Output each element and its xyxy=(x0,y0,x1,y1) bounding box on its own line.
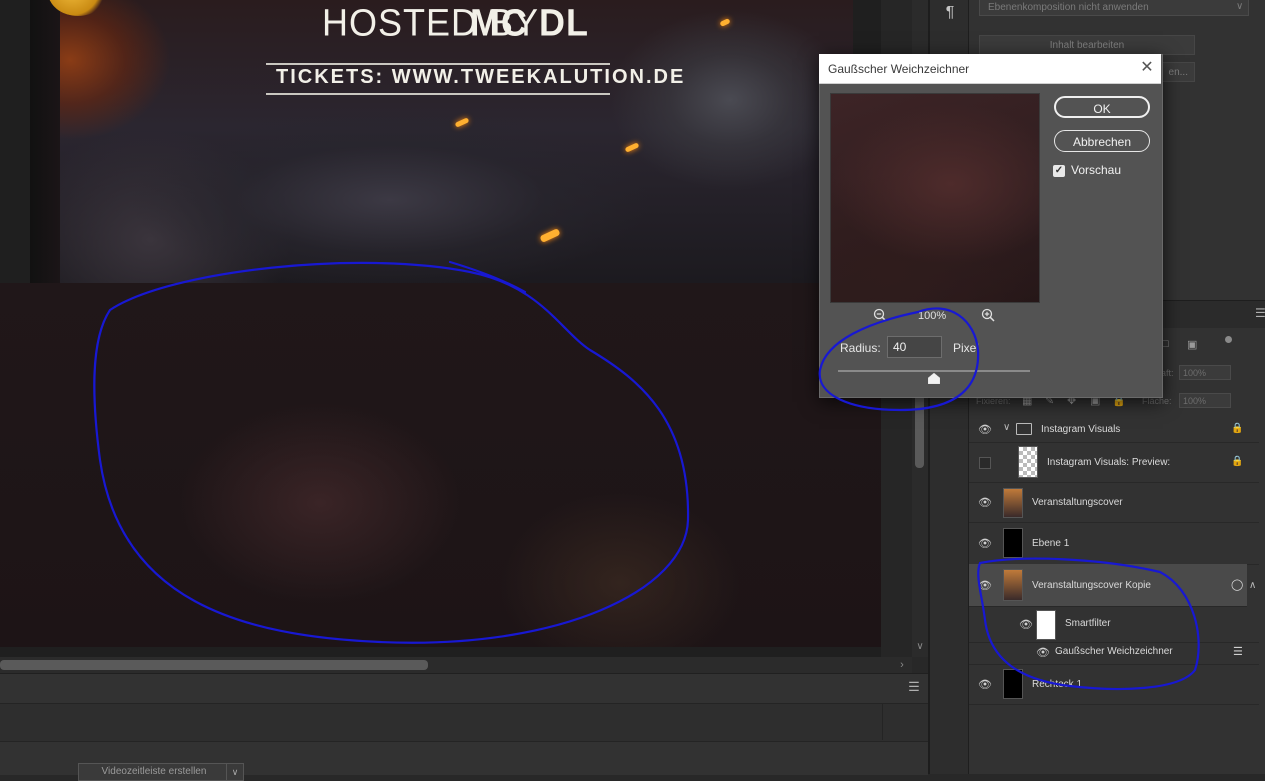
filter-toggle-icon[interactable] xyxy=(1225,336,1232,343)
radius-slider-track[interactable] xyxy=(838,370,1030,372)
layer-name[interactable]: Ebene 1 xyxy=(1032,538,1069,549)
layer-row[interactable]: 👁 Ebene 1 xyxy=(969,522,1259,565)
layer-name[interactable]: Veranstaltungscover Kopie xyxy=(1032,580,1151,591)
layer-name[interactable]: Rechteck 1 xyxy=(1032,679,1082,690)
layer-thumbnail xyxy=(1018,446,1038,478)
poster-tickets-line: TICKETS: WWW.TWEEKALUTION.DE xyxy=(276,66,686,88)
radius-unit-label: Pixel xyxy=(953,341,980,355)
poster-edge-shadow xyxy=(30,0,60,283)
folder-icon xyxy=(1016,423,1032,435)
create-video-timeline-button[interactable]: Videozeitleiste erstellen xyxy=(78,763,230,781)
zoom-out-icon[interactable] xyxy=(872,308,888,324)
layer-row-group[interactable]: 👁 ∨ Instagram Visuals 🔒 xyxy=(969,416,1259,443)
smart-filter-row[interactable]: 👁 Smartfilter xyxy=(969,606,1259,643)
layer-thumbnail xyxy=(1003,569,1023,601)
layer-row-selected[interactable]: 👁 Veranstaltungscover Kopie ◯ xyxy=(969,564,1247,607)
chevron-up-icon[interactable]: ∧ xyxy=(1249,580,1256,591)
radius-input[interactable]: 40 xyxy=(887,336,942,358)
cancel-button[interactable]: Abbrechen xyxy=(1054,130,1150,152)
ok-button[interactable]: OK xyxy=(1054,96,1150,118)
eye-icon[interactable]: 👁 xyxy=(1018,618,1034,632)
layer-name[interactable]: Instagram Visuals: Preview: xyxy=(1047,457,1170,468)
filter-options-icon[interactable]: ☰ xyxy=(1233,645,1243,658)
panel-menu-icon[interactable]: ☰ xyxy=(1255,306,1265,320)
blurred-layer-area xyxy=(0,283,881,647)
horizontal-scroll-thumb[interactable] xyxy=(0,660,428,670)
layer-thumbnail xyxy=(1003,669,1023,699)
panel-menu-icon[interactable]: ☰ xyxy=(906,679,922,695)
layer-thumbnail xyxy=(1003,528,1023,558)
dialog-title: Gaußscher Weichzeichner xyxy=(828,62,970,76)
layer-thumbnail xyxy=(1003,488,1023,518)
poster-hosted-name: MC DL xyxy=(470,0,589,44)
visibility-toggle[interactable] xyxy=(979,457,991,469)
eye-icon[interactable]: 👁 xyxy=(977,496,993,510)
paragraph-icon[interactable]: ¶ xyxy=(940,4,960,24)
chevron-down-icon[interactable]: ∨ xyxy=(1003,422,1010,433)
layer-row[interactable]: 👁 Rechteck 1 xyxy=(969,664,1259,705)
preview-checkbox[interactable]: ✓ xyxy=(1053,165,1065,177)
zoom-in-icon[interactable] xyxy=(980,308,996,324)
scroll-down-arrow-icon[interactable]: ∨ xyxy=(912,639,928,655)
filter-mask-thumbnail xyxy=(1036,610,1056,640)
fill-field[interactable]: 100% xyxy=(1179,393,1231,408)
edit-content-button[interactable]: Inhalt bearbeiten xyxy=(979,35,1195,55)
radius-label: Radius: xyxy=(840,341,881,355)
layer-name[interactable]: Instagram Visuals xyxy=(1041,424,1120,435)
eye-icon[interactable]: 👁 xyxy=(977,678,993,692)
layer-comp-select[interactable]: Ebenenkomposition nicht anwenden xyxy=(979,0,1249,16)
eye-icon[interactable]: 👁 xyxy=(977,423,993,437)
eye-icon[interactable]: 👁 xyxy=(977,579,993,593)
eye-icon[interactable]: 👁 xyxy=(1035,646,1051,660)
chevron-down-icon[interactable]: ∨ xyxy=(1236,1,1243,12)
opacity-field[interactable]: 100% xyxy=(1179,365,1231,380)
timeline-header xyxy=(0,703,928,742)
layer-name[interactable]: Gaußscher Weichzeichner xyxy=(1055,646,1173,657)
blur-preview[interactable] xyxy=(830,93,1040,303)
chevron-down-icon[interactable]: ∨ xyxy=(226,763,244,781)
zoom-level: 100% xyxy=(918,310,947,322)
preview-label[interactable]: Vorschau xyxy=(1071,163,1121,177)
poster-rule-top xyxy=(266,63,610,65)
layer-name[interactable]: Smartfilter xyxy=(1065,618,1111,629)
close-icon[interactable]: ✕ xyxy=(1138,59,1156,77)
smart-object-filter-icon[interactable]: ▣ xyxy=(1187,338,1197,351)
poster-rule-bottom xyxy=(266,93,610,95)
lock-icon: 🔒 xyxy=(1231,423,1244,434)
poster-hosted-line: HOSTED BY MC DL xyxy=(322,1,588,47)
layer-name[interactable]: Veranstaltungscover xyxy=(1032,497,1123,508)
smart-filter-icon[interactable]: ◯ xyxy=(1231,578,1243,591)
layer-row[interactable]: Instagram Visuals: Preview: 🔒 xyxy=(969,442,1259,483)
scroll-right-arrow-icon[interactable]: › xyxy=(894,657,910,673)
lock-icon: 🔒 xyxy=(1231,456,1244,467)
layer-row[interactable]: 👁 Veranstaltungscover xyxy=(969,482,1259,523)
timeline-divider xyxy=(882,704,883,740)
filter-effect-row[interactable]: 👁 Gaußscher Weichzeichner ☰ xyxy=(969,642,1259,665)
eye-icon[interactable]: 👁 xyxy=(977,537,993,551)
